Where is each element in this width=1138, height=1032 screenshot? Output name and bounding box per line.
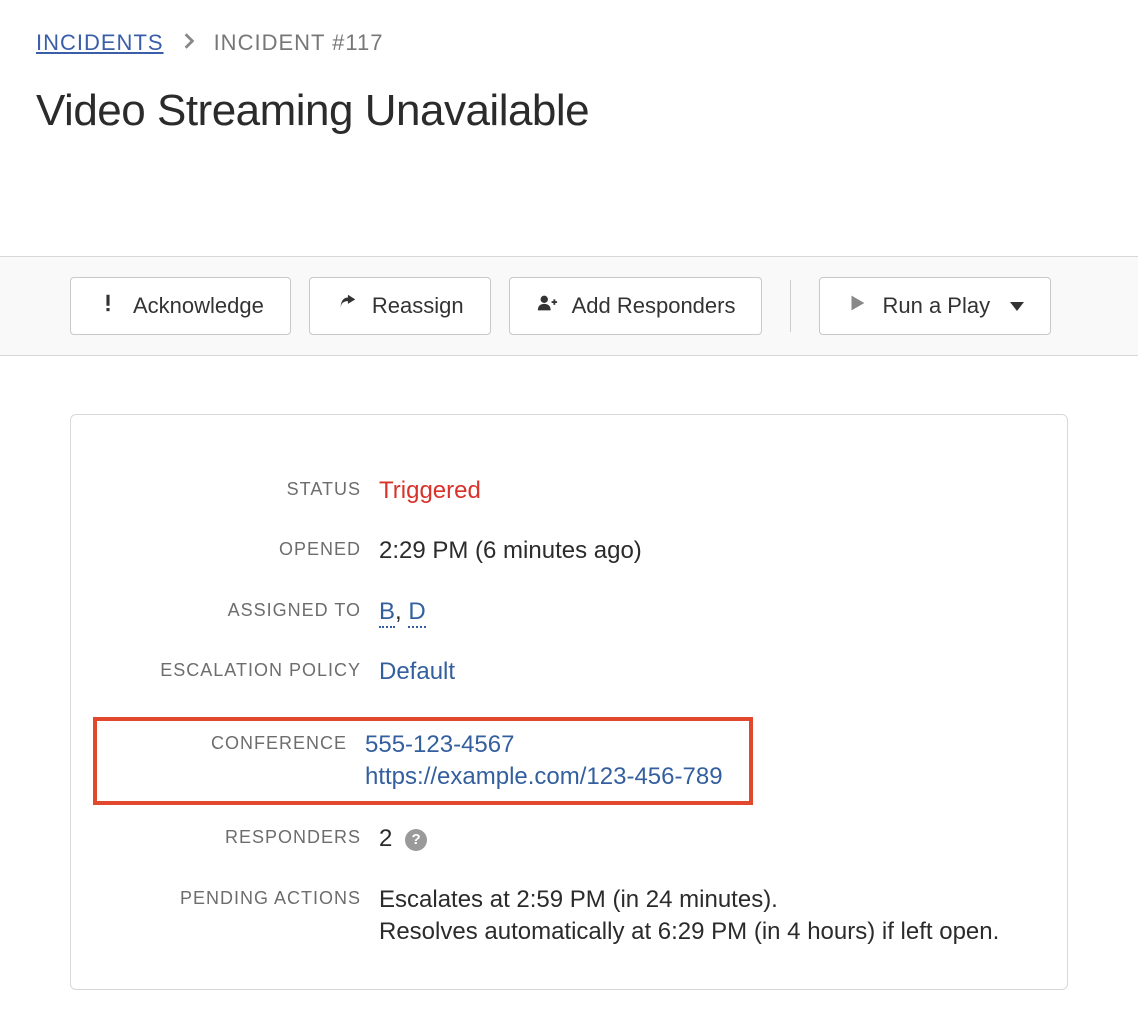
caret-down-icon	[1010, 302, 1024, 311]
help-icon[interactable]: ?	[405, 829, 427, 851]
conference-row: CONFERENCE 555-123-4567 https://example.…	[93, 717, 753, 806]
run-play-button[interactable]: Run a Play	[819, 277, 1051, 335]
add-responders-button[interactable]: Add Responders	[509, 277, 763, 335]
assignee-link-b[interactable]: B	[379, 598, 395, 628]
responders-label: RESPONDERS	[111, 823, 379, 848]
escalation-policy-value: Default	[379, 656, 455, 688]
acknowledge-label: Acknowledge	[133, 293, 264, 319]
status-label: STATUS	[111, 475, 379, 500]
conference-label: CONFERENCE	[97, 729, 365, 754]
reassign-label: Reassign	[372, 293, 464, 319]
assigned-to-value: B, D	[379, 596, 426, 628]
pending-action-resolve: Resolves automatically at 6:29 PM (in 4 …	[379, 916, 999, 948]
pending-actions-row: PENDING ACTIONS Escalates at 2:59 PM (in…	[111, 884, 1027, 949]
escalation-policy-row: ESCALATION POLICY Default	[111, 656, 1027, 688]
run-play-label: Run a Play	[882, 293, 990, 319]
conference-value: 555-123-4567 https://example.com/123-456…	[365, 729, 723, 794]
pending-action-escalate: Escalates at 2:59 PM (in 24 minutes).	[379, 884, 999, 916]
assignee-separator: ,	[395, 598, 408, 625]
user-plus-icon	[536, 292, 558, 320]
acknowledge-button[interactable]: Acknowledge	[70, 277, 291, 335]
toolbar-divider	[790, 280, 791, 332]
conference-phone-link[interactable]: 555-123-4567	[365, 731, 514, 758]
exclaim-icon	[97, 292, 119, 320]
share-icon	[336, 292, 358, 320]
status-value: Triggered	[379, 475, 481, 507]
responders-count: 2	[379, 825, 392, 852]
breadcrumb-current: INCIDENT #117	[214, 30, 384, 56]
status-row: STATUS Triggered	[111, 475, 1027, 507]
details-card: STATUS Triggered OPENED 2:29 PM (6 minut…	[70, 414, 1068, 990]
details-region: STATUS Triggered OPENED 2:29 PM (6 minut…	[0, 356, 1138, 990]
breadcrumb: INCIDENTS INCIDENT #117	[36, 30, 1102, 56]
opened-label: OPENED	[111, 535, 379, 560]
opened-value: 2:29 PM (6 minutes ago)	[379, 535, 642, 567]
breadcrumb-incidents-link[interactable]: INCIDENTS	[36, 30, 164, 56]
assigned-to-label: ASSIGNED TO	[111, 596, 379, 621]
escalation-policy-link[interactable]: Default	[379, 658, 455, 685]
add-responders-label: Add Responders	[572, 293, 736, 319]
chevron-right-icon	[182, 32, 196, 55]
toolbar: Acknowledge Reassign Add Responders Run …	[0, 256, 1138, 356]
conference-url-link[interactable]: https://example.com/123-456-789	[365, 763, 723, 790]
escalation-policy-label: ESCALATION POLICY	[111, 656, 379, 681]
pending-actions-label: PENDING ACTIONS	[111, 884, 379, 909]
pending-actions-value: Escalates at 2:59 PM (in 24 minutes). Re…	[379, 884, 999, 949]
responders-value: 2 ?	[379, 823, 427, 855]
opened-row: OPENED 2:29 PM (6 minutes ago)	[111, 535, 1027, 567]
assigned-to-row: ASSIGNED TO B, D	[111, 596, 1027, 628]
play-icon	[846, 292, 868, 320]
assignee-link-d[interactable]: D	[408, 598, 425, 628]
reassign-button[interactable]: Reassign	[309, 277, 491, 335]
page-title: Video Streaming Unavailable	[36, 86, 1102, 136]
responders-row: RESPONDERS 2 ?	[111, 823, 1027, 855]
header-region: INCIDENTS INCIDENT #117 Video Streaming …	[0, 0, 1138, 256]
